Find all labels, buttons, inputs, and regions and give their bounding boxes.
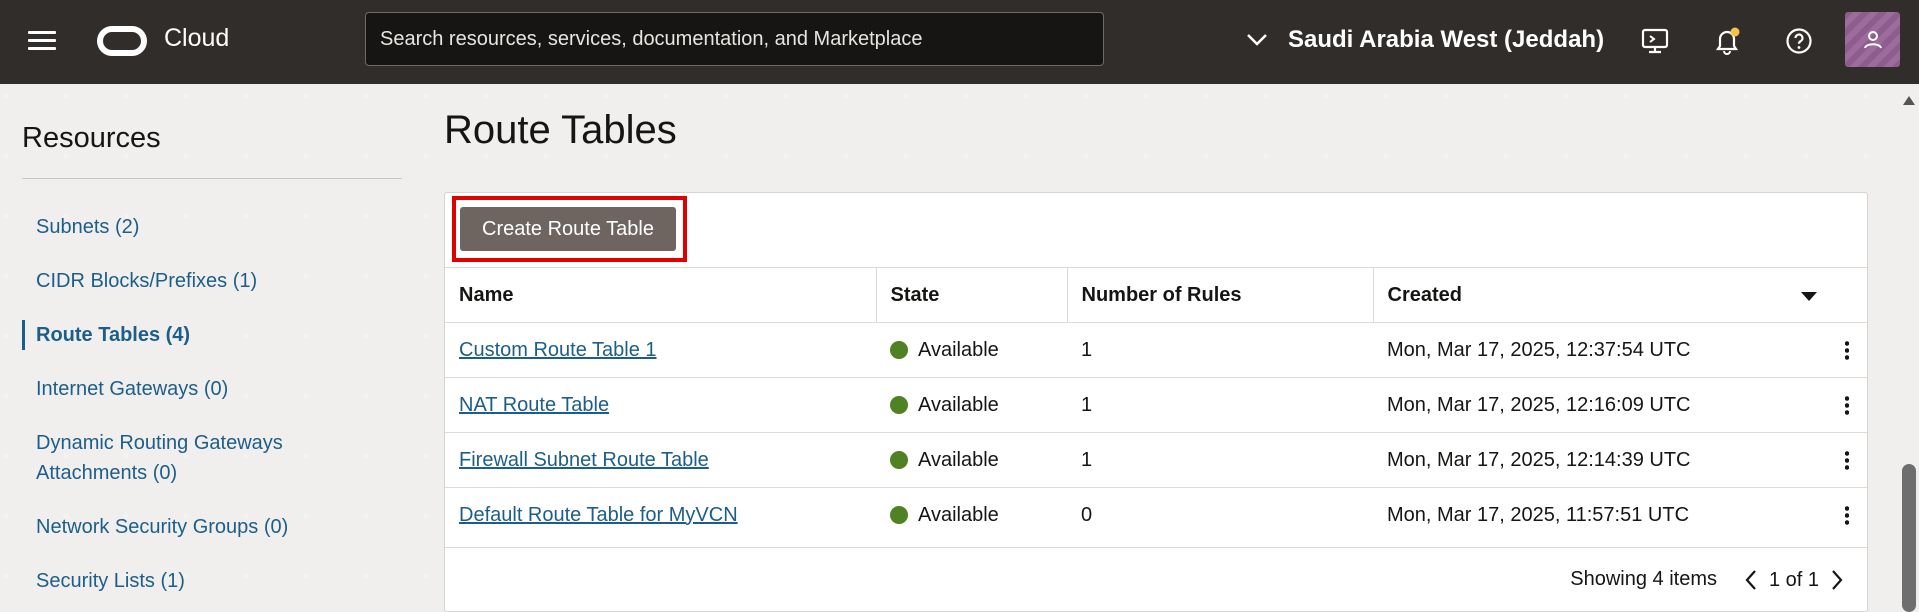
available-status-icon: [890, 396, 908, 414]
rules-count: 1: [1067, 377, 1373, 433]
table-row: Firewall Subnet Route Table Available 1 …: [445, 432, 1867, 488]
region-label: Saudi Arabia West (Jeddah): [1288, 26, 1605, 53]
scrollbar-thumb[interactable]: [1902, 464, 1916, 612]
hamburger-menu-icon[interactable]: [28, 29, 58, 53]
state-text: Available: [918, 503, 999, 526]
column-header-rules[interactable]: Number of Rules: [1066, 267, 1373, 323]
pagination: 1 of 1: [1739, 566, 1849, 594]
route-table-link[interactable]: Firewall Subnet Route Table: [459, 449, 709, 471]
chevron-down-icon: [1247, 34, 1267, 46]
route-table-link[interactable]: Custom Route Table 1: [459, 339, 657, 361]
rules-count: 1: [1067, 432, 1373, 488]
user-profile-icon: [1863, 30, 1882, 48]
sidebar-item-route-tables[interactable]: Route Tables (4): [22, 320, 382, 350]
brand-name[interactable]: Cloud: [164, 24, 229, 53]
row-actions-kebab-icon[interactable]: [1829, 395, 1865, 421]
resources-heading: Resources: [22, 122, 161, 154]
sidebar-item-subnets[interactable]: Subnets (2): [22, 212, 382, 242]
table-row: Default Route Table for MyVCN Available …: [445, 487, 1867, 543]
route-tables-panel: Create Route Table Name State Number of …: [444, 192, 1868, 612]
table-row: NAT Route Table Available 1 Mon, Mar 17,…: [445, 377, 1867, 433]
create-route-table-button[interactable]: Create Route Table: [460, 207, 676, 251]
table-row: Custom Route Table 1 Available 1 Mon, Ma…: [445, 322, 1867, 378]
search-input[interactable]: Search resources, services, documentatio…: [365, 12, 1104, 66]
available-status-icon: [890, 341, 908, 359]
sidebar-item-network-security-groups[interactable]: Network Security Groups (0): [22, 512, 382, 542]
row-actions-kebab-icon[interactable]: [1829, 450, 1865, 476]
resources-divider: [22, 178, 402, 179]
available-status-icon: [890, 451, 908, 469]
oracle-logo[interactable]: [97, 26, 147, 56]
sort-descending-icon[interactable]: [1801, 292, 1817, 301]
route-table-link[interactable]: Default Route Table for MyVCN: [459, 504, 738, 526]
top-navigation-bar: Cloud Search resources, services, docume…: [0, 0, 1919, 84]
content-area: Resources Subnets (2) CIDR Blocks/Prefix…: [0, 84, 1899, 612]
page-title: Route Tables: [444, 108, 677, 152]
notifications-bell-icon[interactable]: [1710, 24, 1744, 58]
row-actions-kebab-icon[interactable]: [1829, 340, 1865, 366]
column-header-created-label: Created: [1387, 283, 1462, 306]
next-page-icon[interactable]: [1825, 566, 1849, 594]
column-header-name[interactable]: Name: [445, 267, 876, 323]
page-indicator: 1 of 1: [1768, 568, 1819, 591]
region-selector[interactable]: Saudi Arabia West (Jeddah): [1246, 22, 1604, 58]
sidebar-item-drg-attachments[interactable]: Dynamic Routing Gateways Attachments (0): [22, 428, 322, 488]
route-tables-table: Name State Number of Rules Created Custo…: [445, 267, 1867, 543]
previous-page-icon[interactable]: [1739, 566, 1763, 594]
sidebar-item-security-lists[interactable]: Security Lists (1): [22, 566, 382, 596]
column-header-state[interactable]: State: [875, 267, 1067, 323]
help-icon[interactable]: [1782, 24, 1816, 58]
created-date: Mon, Mar 17, 2025, 11:57:51 UTC: [1387, 503, 1690, 526]
sidebar-item-cidr-blocks[interactable]: CIDR Blocks/Prefixes (1): [22, 266, 382, 296]
table-header-row: Name State Number of Rules Created: [445, 267, 1867, 323]
table-footer: Showing 4 items 1 of 1: [445, 547, 1867, 611]
route-table-link[interactable]: NAT Route Table: [459, 394, 609, 416]
rules-count: 0: [1067, 487, 1373, 543]
user-avatar[interactable]: [1845, 12, 1900, 67]
cloud-shell-icon[interactable]: [1638, 24, 1672, 58]
state-text: Available: [918, 338, 999, 361]
page-scrollbar[interactable]: [1899, 84, 1919, 612]
available-status-icon: [890, 506, 908, 525]
items-count: Showing 4 items: [1570, 568, 1717, 590]
created-date: Mon, Mar 17, 2025, 12:16:09 UTC: [1387, 393, 1691, 416]
rules-count: 1: [1067, 322, 1373, 378]
row-actions-kebab-icon[interactable]: [1829, 505, 1865, 531]
sidebar-item-internet-gateways[interactable]: Internet Gateways (0): [22, 374, 382, 404]
state-text: Available: [918, 393, 999, 416]
column-header-created[interactable]: Created: [1372, 267, 1867, 323]
scroll-up-arrow-icon[interactable]: [1903, 96, 1915, 105]
created-date: Mon, Mar 17, 2025, 12:37:54 UTC: [1387, 338, 1691, 361]
created-date: Mon, Mar 17, 2025, 12:14:39 UTC: [1387, 448, 1691, 471]
state-text: Available: [918, 448, 999, 471]
